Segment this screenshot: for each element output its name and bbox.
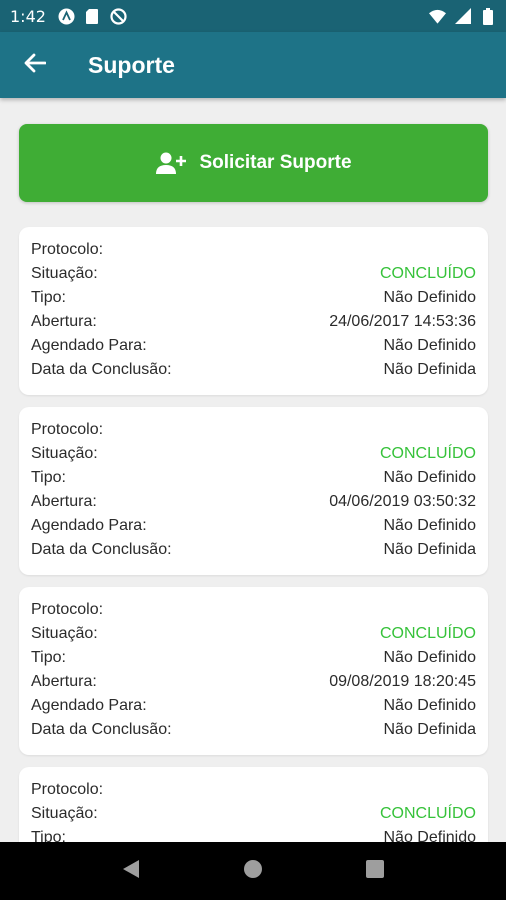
scheduled-value: Não Definido — [383, 697, 477, 714]
situation-value: CONCLUÍDO — [379, 625, 476, 642]
conclusion-label: Data da Conclusão: — [31, 541, 172, 558]
request-support-label: Solicitar Suporte — [199, 152, 352, 173]
page-title: Suporte — [88, 51, 175, 78]
back-button[interactable] — [0, 32, 70, 98]
wifi-icon — [429, 8, 446, 25]
status-time: 1:42 — [10, 6, 46, 26]
opening-row: Abertura: 04/06/2019 03:50:32 — [31, 490, 476, 514]
scheduled-label: Agendado Para: — [31, 697, 147, 714]
scheduled-label: Agendado Para: — [31, 337, 147, 354]
situation-row: Situação: CONCLUÍDO — [31, 262, 476, 286]
protocol-label: Protocolo: — [31, 601, 104, 618]
scheduled-label: Agendado Para: — [31, 517, 147, 534]
arrow-left-icon — [24, 53, 47, 78]
support-ticket-card[interactable]: Protocolo: Situação: CONCLUÍDO Tipo: Não D… — [19, 587, 488, 755]
situation-row: Situação: CONCLUÍDO — [31, 802, 476, 826]
situation-row: Situação: CONCLUÍDO — [31, 442, 476, 466]
conclusion-row: Data da Conclusão: Não Definida — [31, 718, 476, 742]
conclusion-label: Data da Conclusão: — [31, 361, 172, 378]
status-bar: 1:42 — [0, 0, 506, 32]
type-label: Tipo: — [31, 289, 66, 306]
conclusion-value: Não Definida — [383, 361, 477, 378]
system-icons — [429, 7, 496, 25]
opening-value: 24/06/2017 14:53:36 — [329, 313, 476, 330]
nav-back-button[interactable] — [111, 851, 151, 891]
nav-recents-button[interactable] — [355, 851, 395, 891]
support-ticket-card[interactable]: Protocolo: Situação: CONCLUÍDO Tipo: Não D… — [19, 767, 488, 842]
a-circle-icon — [58, 8, 75, 25]
recents-square-icon — [366, 859, 384, 883]
opening-row: Abertura: 09/08/2019 18:20:45 — [31, 670, 476, 694]
request-support-button[interactable]: Solicitar Suporte — [19, 124, 488, 202]
conclusion-value: Não Definida — [383, 541, 477, 558]
notification-icons — [58, 7, 127, 25]
opening-label: Abertura: — [31, 493, 97, 510]
opening-value: 09/08/2019 18:20:45 — [329, 673, 476, 690]
scheduled-row: Agendado Para: Não Definido — [31, 514, 476, 538]
battery-icon — [479, 7, 496, 25]
protocol-row: Protocolo: — [31, 418, 476, 442]
no-disturb-icon — [110, 7, 127, 25]
situation-label: Situação: — [31, 445, 98, 462]
opening-label: Abertura: — [31, 673, 97, 690]
opening-label: Abertura: — [31, 313, 97, 330]
conclusion-row: Data da Conclusão: Não Definida — [31, 358, 476, 382]
back-triangle-icon — [122, 859, 140, 884]
support-ticket-card[interactable]: Protocolo: Situação: CONCLUÍDO Tipo: Não D… — [19, 407, 488, 575]
situation-row: Situação: CONCLUÍDO — [31, 622, 476, 646]
type-value: Não Definido — [383, 289, 477, 306]
app-bar: Suporte — [0, 32, 506, 98]
conclusion-value: Não Definida — [383, 721, 477, 738]
system-nav-bar — [0, 842, 506, 900]
conclusion-label: Data da Conclusão: — [31, 721, 172, 738]
support-list-screen[interactable]: Solicitar Suporte Protocolo: Situação: CO… — [0, 98, 506, 842]
add-user-icon — [155, 151, 187, 175]
home-circle-icon — [243, 859, 263, 884]
situation-value: CONCLUÍDO — [379, 805, 476, 822]
type-label: Tipo: — [31, 649, 66, 666]
situation-value: CONCLUÍDO — [379, 445, 476, 462]
conclusion-row: Data da Conclusão: Não Definida — [31, 538, 476, 562]
scheduled-value: Não Definido — [383, 517, 477, 534]
situation-label: Situação: — [31, 265, 98, 282]
nav-home-button[interactable] — [233, 851, 273, 891]
protocol-row: Protocolo: — [31, 778, 476, 802]
protocol-label: Protocolo: — [31, 241, 104, 258]
situation-label: Situação: — [31, 625, 98, 642]
type-value: Não Definido — [383, 829, 477, 842]
situation-value: CONCLUÍDO — [379, 265, 476, 282]
type-row: Tipo: Não Definido — [31, 646, 476, 670]
type-row: Tipo: Não Definido — [31, 466, 476, 490]
opening-value: 04/06/2019 03:50:32 — [329, 493, 476, 510]
scheduled-value: Não Definido — [383, 337, 477, 354]
type-label: Tipo: — [31, 469, 66, 486]
scheduled-row: Agendado Para: Não Definido — [31, 694, 476, 718]
type-row: Tipo: Não Definido — [31, 826, 476, 842]
opening-row: Abertura: 24/06/2017 14:53:36 — [31, 310, 476, 334]
sim-card-icon — [84, 8, 101, 25]
protocol-row: Protocolo: — [31, 598, 476, 622]
type-row: Tipo: Não Definido — [31, 286, 476, 310]
protocol-row: Protocolo: — [31, 238, 476, 262]
situation-label: Situação: — [31, 805, 98, 822]
signal-icon — [454, 8, 471, 25]
type-value: Não Definido — [383, 469, 477, 486]
type-value: Não Definido — [383, 649, 477, 666]
protocol-label: Protocolo: — [31, 421, 104, 438]
protocol-label: Protocolo: — [31, 781, 104, 798]
scheduled-row: Agendado Para: Não Definido — [31, 334, 476, 358]
type-label: Tipo: — [31, 829, 66, 842]
support-ticket-card[interactable]: Protocolo: Situação: CONCLUÍDO Tipo: Não D… — [19, 227, 488, 395]
